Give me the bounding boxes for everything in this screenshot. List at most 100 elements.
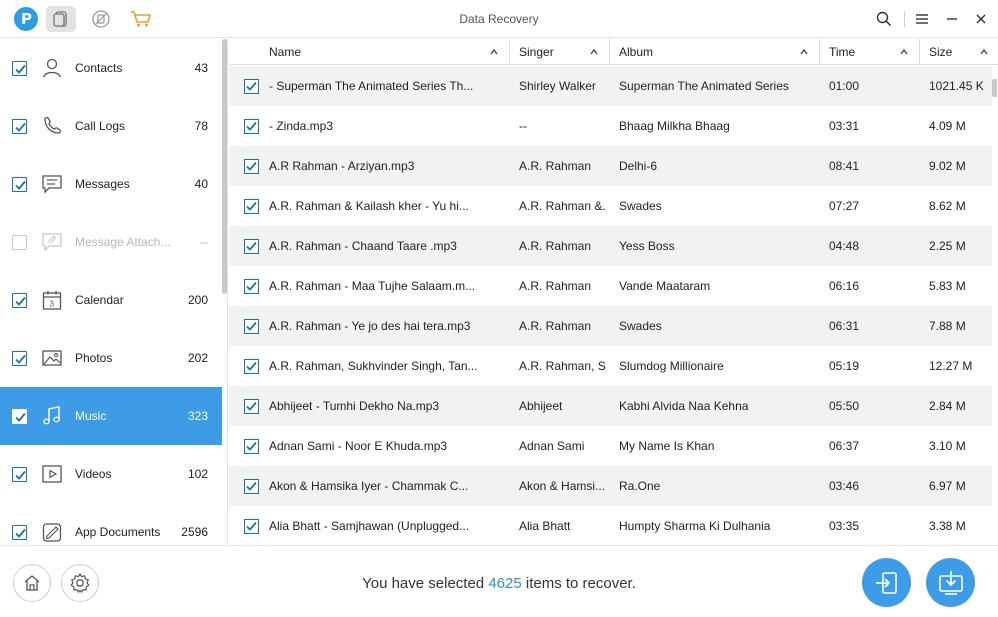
footer-bar: You have selected 4625 items to recover.	[0, 545, 998, 617]
sidebar-item-label: Message Attach...	[75, 235, 171, 249]
recover-to-computer-button[interactable]	[926, 558, 975, 607]
sidebar-item-message-attachments[interactable]: Message Attach... --	[0, 213, 222, 271]
cell-singer: A.R. Rahman	[519, 239, 592, 253]
sidebar-item-call-logs[interactable]: Call Logs 78	[0, 97, 222, 155]
row-checkbox[interactable]	[244, 519, 259, 534]
table-row[interactable]: A.R. Rahman - Chaand Taare .mp3 A.R. Rah…	[229, 226, 992, 266]
message-attachments-checkbox[interactable]	[12, 235, 27, 250]
sidebar-item-label: Call Logs	[75, 119, 126, 133]
column-header-album[interactable]: Album	[619, 39, 819, 65]
row-checkbox[interactable]	[244, 199, 259, 214]
sidebar-item-messages[interactable]: Messages 40	[0, 155, 222, 213]
column-divider	[819, 39, 820, 65]
row-checkbox[interactable]	[244, 159, 259, 174]
cell-singer: A.R. Rahman &...	[519, 199, 607, 213]
cell-singer: A.R. Rahman	[519, 319, 592, 333]
sidebar-item-photos[interactable]: Photos 202	[0, 329, 222, 387]
sidebar-item-count: 202	[187, 351, 208, 365]
column-divider	[919, 39, 920, 65]
row-checkbox[interactable]	[244, 359, 259, 374]
sidebar-item-count: 78	[194, 119, 208, 133]
row-checkbox[interactable]	[244, 119, 259, 134]
cell-size: 12.27 M	[929, 359, 973, 373]
close-icon[interactable]	[971, 9, 991, 29]
table-row[interactable]: Alia Bhatt - Samjhawan (Unplugged... Ali…	[229, 506, 992, 545]
table-scrollbar[interactable]	[992, 79, 997, 97]
row-checkbox[interactable]	[244, 319, 259, 334]
cell-album: Kabhi Alvida Naa Kehna	[619, 399, 749, 413]
table-row[interactable]: A.R. Rahman - Ye jo des hai tera.mp3 A.R…	[229, 306, 992, 346]
cell-album: Ra.One	[619, 479, 661, 493]
table-row[interactable]: A.R. Rahman & Kailash kher - Yu hi... A.…	[229, 186, 992, 226]
cell-singer: --	[519, 119, 527, 133]
app-documents-checkbox[interactable]	[12, 525, 27, 540]
cell-size: 8.62 M	[929, 199, 966, 213]
status-prefix: You have selected	[362, 575, 489, 592]
cell-time: 08:41	[829, 159, 860, 173]
search-icon[interactable]	[874, 9, 894, 29]
sidebar-item-label: Photos	[75, 351, 113, 365]
table-row[interactable]: A.R. Rahman - Maa Tujhe Salaam.m... A.R.…	[229, 266, 992, 306]
sidebar-scrollbar[interactable]	[222, 39, 227, 294]
cell-singer: A.R. Rahman	[519, 159, 592, 173]
cell-time: 06:37	[829, 439, 860, 453]
cell-name: A.R. Rahman - Chaand Taare .mp3	[269, 239, 457, 253]
table-header: Name Singer Album Time Size	[229, 39, 998, 65]
cell-singer: Alia Bhatt	[519, 519, 571, 533]
cell-singer: Akon & Hamsi...	[519, 479, 606, 493]
recover-to-device-button[interactable]	[862, 558, 911, 607]
photos-checkbox[interactable]	[12, 351, 27, 366]
column-header-singer[interactable]: Singer	[519, 39, 609, 65]
sidebar-item-label: Videos	[75, 467, 112, 481]
cell-singer: Shirley Walker	[519, 79, 596, 93]
table-row[interactable]: Akon & Hamsika Iyer - Chammak C... Akon …	[229, 466, 992, 506]
music-checkbox[interactable]	[12, 409, 27, 424]
table-row[interactable]: A.R Rahman - Arziyan.mp3 A.R. Rahman Del…	[229, 146, 992, 186]
cell-album: Humpty Sharma Ki Dulhania	[619, 519, 771, 533]
column-header-time[interactable]: Time	[829, 39, 919, 65]
row-checkbox[interactable]	[244, 279, 259, 294]
sidebar-item-count: 43	[194, 61, 208, 75]
call-logs-checkbox[interactable]	[12, 119, 27, 134]
cell-size: 2.84 M	[929, 399, 966, 413]
table-row[interactable]: - Zinda.mp3 -- Bhaag Milkha Bhaag 03:31 …	[229, 106, 992, 146]
sidebar-item-contacts[interactable]: Contacts 43	[0, 39, 222, 97]
row-checkbox[interactable]	[244, 239, 259, 254]
cell-name: - Superman The Animated Series Th...	[269, 79, 474, 93]
messages-checkbox[interactable]	[12, 177, 27, 192]
column-divider	[509, 39, 510, 65]
titlebar-divider	[904, 11, 905, 27]
sidebar-item-videos[interactable]: Videos 102	[0, 445, 222, 503]
sidebar-item-app-documents[interactable]: App Documents 2596	[0, 503, 222, 545]
contacts-checkbox[interactable]	[12, 61, 27, 76]
cell-singer: Abhijeet	[519, 399, 563, 413]
table-row[interactable]: A.R. Rahman, Sukhvinder Singh, Tan... A.…	[229, 346, 992, 386]
table-row[interactable]: Adnan Sami - Noor E Khuda.mp3 Adnan Sami…	[229, 426, 992, 466]
cell-album: Vande Maataram	[619, 279, 711, 293]
cell-album: Swades	[619, 199, 662, 213]
table-row[interactable]: - Superman The Animated Series Th... Shi…	[229, 66, 992, 106]
column-header-size[interactable]: Size	[929, 39, 995, 65]
cell-time: 05:50	[829, 399, 860, 413]
videos-checkbox[interactable]	[12, 467, 27, 482]
status-suffix: items to recover.	[521, 575, 636, 592]
message-icon	[41, 173, 63, 195]
calendar-checkbox[interactable]	[12, 293, 27, 308]
row-checkbox[interactable]	[244, 399, 259, 414]
person-icon	[41, 57, 63, 79]
minimize-icon[interactable]	[942, 9, 962, 29]
title-bar: P Data Recovery	[0, 0, 998, 38]
sidebar-item-calendar[interactable]: 3 Calendar 200	[0, 271, 222, 329]
row-checkbox[interactable]	[244, 479, 259, 494]
menu-icon[interactable]	[912, 9, 932, 29]
column-header-name[interactable]: Name	[269, 39, 509, 65]
cell-album: Delhi-6	[619, 159, 658, 173]
row-checkbox[interactable]	[244, 439, 259, 454]
sort-arrow-icon	[590, 48, 598, 55]
cell-name: Alia Bhatt - Samjhawan (Unplugged...	[269, 519, 470, 533]
table-row[interactable]: Abhijeet - Tumhi Dekho Na.mp3 Abhijeet K…	[229, 386, 992, 426]
calendar-icon: 3	[41, 289, 63, 311]
sidebar-item-music[interactable]: Music 323	[0, 387, 222, 445]
row-checkbox[interactable]	[244, 79, 259, 94]
sidebar-item-label: Calendar	[75, 293, 124, 307]
